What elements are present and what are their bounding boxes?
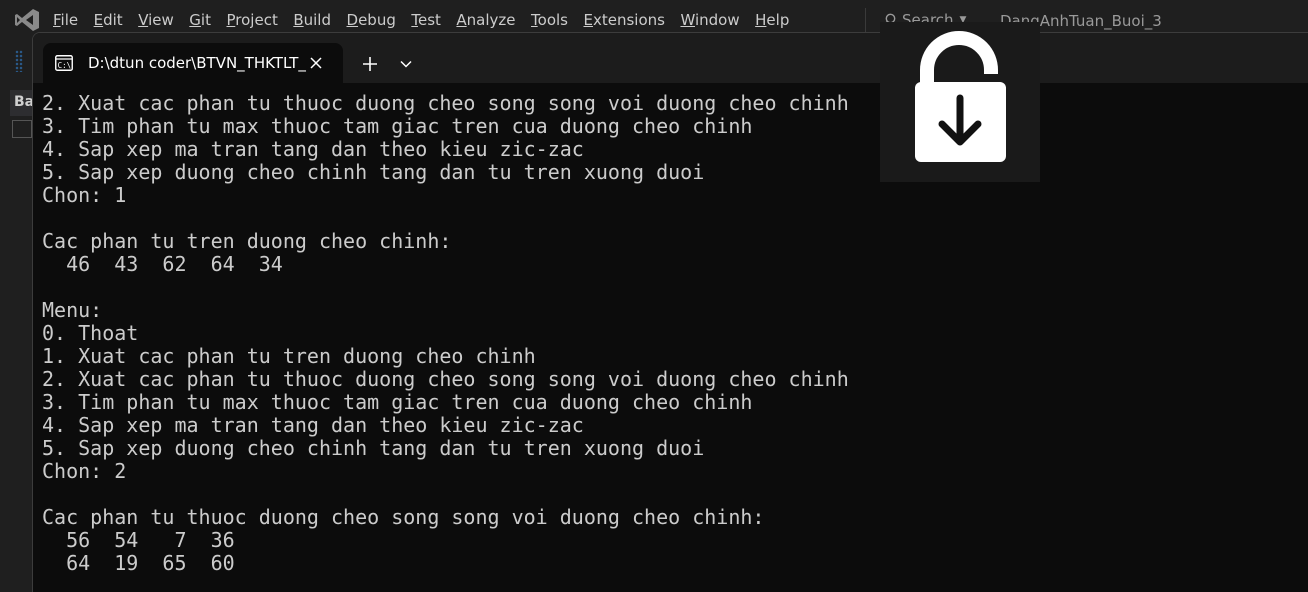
menu-test[interactable]: Test: [411, 11, 441, 29]
menu-analyze[interactable]: Analyze: [456, 11, 515, 29]
tab-title: D:\dtun coder\BTVN_THKTLT_: [88, 54, 306, 72]
console-line: 56 54 7 36: [42, 528, 235, 552]
console-line: 1. Xuat cac phan tu tren duong cheo chin…: [42, 344, 536, 368]
new-tab-plus-icon[interactable]: [359, 53, 381, 75]
console-line: Chon: 2: [42, 459, 127, 483]
console-line: 46 43 62 64 34: [42, 252, 283, 276]
menu-window[interactable]: Window: [680, 11, 739, 29]
console-line: 4. Sap xep ma tran tang dan theo kieu zi…: [42, 413, 584, 437]
menu-debug[interactable]: Debug: [347, 11, 396, 29]
menu-project[interactable]: Project: [226, 11, 277, 29]
terminal-window: C:\ D:\dtun coder\BTVN_THKTLT_ 2. Xuat c…: [32, 32, 1308, 592]
vs-menu: File Edit View Git Project Build Debug T…: [53, 11, 805, 29]
chevron-down-icon[interactable]: [399, 57, 413, 71]
menu-separator: [865, 8, 866, 32]
console-line: 3. Tim phan tu max thuoc tam giac tren c…: [42, 390, 753, 414]
console-line: Cac phan tu tren duong cheo chinh:: [42, 229, 452, 253]
menu-view[interactable]: View: [138, 11, 174, 29]
menu-build[interactable]: Build: [293, 11, 331, 29]
vs-toolbox-icon[interactable]: [12, 120, 32, 138]
console-line: Cac phan tu thuoc duong cheo song song v…: [42, 505, 765, 529]
menu-git[interactable]: Git: [189, 11, 211, 29]
vs-toolbar-grip: [15, 50, 23, 72]
visual-studio-logo-icon[interactable]: [14, 8, 40, 32]
menu-tools[interactable]: Tools: [531, 11, 568, 29]
console-line: 2. Xuat cac phan tu thuoc duong cheo son…: [42, 91, 849, 115]
console-line: 5. Sap xep duong cheo chinh tang dan tu …: [42, 160, 705, 184]
console-line: 3. Tim phan tu max thuoc tam giac tren c…: [42, 114, 753, 138]
console-output: 2. Xuat cac phan tu thuoc duong cheo son…: [42, 92, 849, 575]
vs-side-tab[interactable]: Ba: [10, 90, 34, 116]
terminal-tab[interactable]: C:\ D:\dtun coder\BTVN_THKTLT_: [43, 43, 343, 83]
menu-help[interactable]: Help: [755, 11, 789, 29]
unlock-download-button[interactable]: [880, 22, 1040, 182]
unlock-download-icon: [915, 31, 1006, 162]
menu-extensions[interactable]: Extensions: [584, 11, 665, 29]
console-line: 2. Xuat cac phan tu thuoc duong cheo son…: [42, 367, 849, 391]
menu-file[interactable]: File: [53, 11, 78, 29]
menu-edit[interactable]: Edit: [94, 11, 123, 29]
console-line: Chon: 1: [42, 183, 127, 207]
console-line: 64 19 65 60: [42, 551, 235, 575]
console-line: 4. Sap xep ma tran tang dan theo kieu zi…: [42, 137, 584, 161]
console-line: 0. Thoat: [42, 321, 139, 345]
svg-text:C:\: C:\: [58, 61, 72, 70]
console-line: 5. Sap xep duong cheo chinh tang dan tu …: [42, 436, 705, 460]
screen: File Edit View Git Project Build Debug T…: [0, 0, 1308, 592]
console-app-icon: C:\: [55, 55, 73, 71]
console-line: Menu:: [42, 298, 103, 322]
close-icon[interactable]: [309, 56, 323, 70]
